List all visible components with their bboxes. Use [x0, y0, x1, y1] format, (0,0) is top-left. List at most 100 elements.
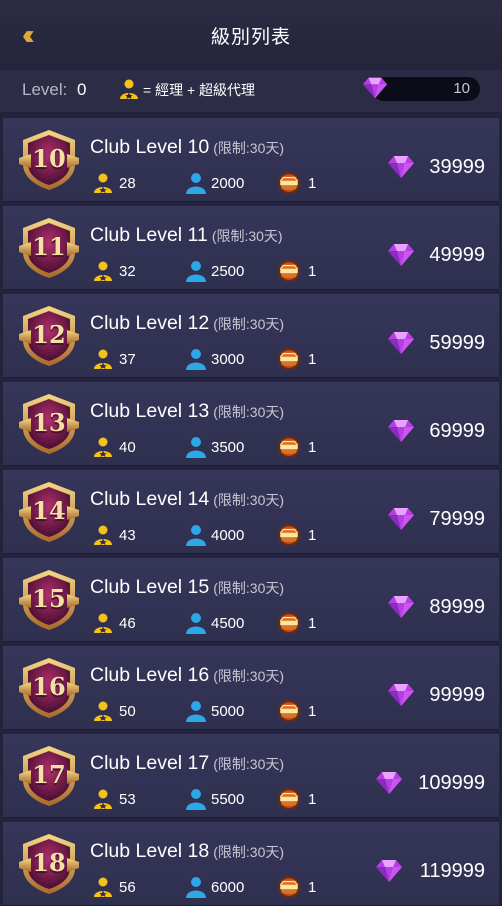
- level-badge-icon: 12: [17, 304, 81, 368]
- level-name: Club Level 11: [90, 224, 208, 246]
- manager-agent-icon: [94, 349, 112, 369]
- member-icon: [186, 437, 206, 458]
- level-badge-number: 18: [32, 848, 66, 877]
- level-limit: (限制:30天): [213, 668, 285, 684]
- level-price[interactable]: 99999: [429, 684, 485, 707]
- club-count: 1: [308, 615, 317, 632]
- level-price[interactable]: 79999: [429, 508, 485, 531]
- club-count: 1: [308, 703, 317, 720]
- level-row[interactable]: 18 Club Level 18 (限制:30天) 56 6000 1 119999: [3, 822, 499, 906]
- info-bar: Level: 0 = 經理 + 超級代理 10: [0, 70, 502, 112]
- level-name: Club Level 16: [90, 664, 210, 686]
- level-row[interactable]: 13 Club Level 13 (限制:30天) 40 3500 1 69999: [3, 382, 499, 466]
- member-count: 5500: [211, 791, 245, 808]
- level-row[interactable]: 10 Club Level 10 (限制:30天) 28 2000 1 39999: [3, 118, 499, 202]
- level-badge-icon: 13: [17, 392, 81, 456]
- gem-icon: [376, 860, 402, 882]
- gem-icon: [362, 77, 388, 99]
- member-icon: [186, 173, 206, 194]
- level-badge-number: 13: [32, 408, 66, 437]
- manager-agent-icon: [94, 613, 112, 633]
- level-badge-number: 12: [32, 320, 66, 349]
- club-emblem-icon: [278, 348, 300, 370]
- level-badge-icon: 16: [17, 656, 81, 720]
- level-badge-icon: 11: [17, 216, 81, 280]
- member-count: 3000: [211, 351, 245, 368]
- gem-icon: [376, 772, 402, 794]
- level-price[interactable]: 39999: [429, 156, 485, 179]
- level-badge-icon: 10: [17, 128, 81, 192]
- level-price[interactable]: 119999: [420, 860, 485, 883]
- club-count: 1: [308, 791, 317, 808]
- header-bar: ‹‹ 級別列表: [0, 0, 502, 70]
- level-title: Club Level 13 (限制:30天): [90, 400, 284, 423]
- gem-icon: [388, 420, 414, 442]
- level-price[interactable]: 89999: [429, 596, 485, 619]
- level-name: Club Level 17: [90, 752, 210, 774]
- level-name: Club Level 10: [90, 136, 210, 158]
- level-row[interactable]: 17 Club Level 17 (限制:30天) 53 5500 1 109999: [3, 734, 499, 818]
- level-limit: (限制:30天): [213, 404, 285, 420]
- club-count: 1: [308, 439, 317, 456]
- member-icon: [186, 525, 206, 546]
- member-count: 2500: [211, 263, 245, 280]
- level-row[interactable]: 15 Club Level 15 (限制:30天) 46 4500 1 89999: [3, 558, 499, 642]
- club-emblem-icon: [278, 876, 300, 898]
- level-limit: (限制:30天): [213, 492, 285, 508]
- level-title: Club Level 12 (限制:30天): [90, 312, 284, 335]
- member-count: 5000: [211, 703, 245, 720]
- page-title: 級別列表: [210, 27, 291, 48]
- manager-count: 50: [119, 703, 136, 720]
- level-badge-number: 10: [32, 144, 66, 173]
- manager-agent-icon: [94, 261, 112, 281]
- level-limit: (限制:30天): [211, 228, 283, 244]
- level-row[interactable]: 11 Club Level 11 (限制:30天) 32 2500 1 49999: [3, 206, 499, 290]
- level-badge-number: 15: [32, 584, 66, 613]
- gem-balance[interactable]: 10: [372, 77, 480, 101]
- level-row[interactable]: 12 Club Level 12 (限制:30天) 37 3000 1 59999: [3, 294, 499, 378]
- member-icon: [186, 613, 206, 634]
- level-limit: (限制:30天): [213, 140, 285, 156]
- manager-agent-icon: [94, 173, 112, 193]
- level-badge-number: 17: [32, 760, 66, 789]
- level-name: Club Level 14: [90, 488, 210, 510]
- club-emblem-icon: [278, 612, 300, 634]
- member-count: 4500: [211, 615, 245, 632]
- gem-icon: [388, 684, 414, 706]
- level-badge-icon: 17: [17, 744, 81, 808]
- manager-agent-icon: [94, 437, 112, 457]
- level-row[interactable]: 16 Club Level 16 (限制:30天) 50 5000 1 99999: [3, 646, 499, 730]
- manager-count: 32: [119, 263, 136, 280]
- level-limit: (限制:30天): [213, 316, 285, 332]
- club-emblem-icon: [278, 700, 300, 722]
- manager-agent-icon: [94, 877, 112, 897]
- manager-count: 56: [119, 879, 136, 896]
- manager-count: 37: [119, 351, 136, 368]
- club-count: 1: [308, 263, 317, 280]
- gem-icon: [388, 156, 414, 178]
- level-badge-icon: 15: [17, 568, 81, 632]
- level-price[interactable]: 69999: [429, 420, 485, 443]
- level-price[interactable]: 49999: [429, 244, 485, 267]
- member-icon: [186, 789, 206, 810]
- level-limit: (限制:30天): [213, 844, 285, 860]
- gem-icon: [388, 332, 414, 354]
- level-row[interactable]: 14 Club Level 14 (限制:30天) 43 4000 1 79999: [3, 470, 499, 554]
- manager-count: 53: [119, 791, 136, 808]
- level-list: 10 Club Level 10 (限制:30天) 28 2000 1 39999 11 Clu…: [0, 112, 502, 906]
- gem-icon: [388, 508, 414, 530]
- member-icon: [186, 701, 206, 722]
- club-count: 1: [308, 351, 317, 368]
- level-badge-icon: 14: [17, 480, 81, 544]
- member-count: 3500: [211, 439, 245, 456]
- level-name: Club Level 13: [90, 400, 210, 422]
- level-price[interactable]: 109999: [418, 772, 485, 795]
- level-name: Club Level 18: [90, 840, 210, 862]
- manager-count: 40: [119, 439, 136, 456]
- level-price[interactable]: 59999: [429, 332, 485, 355]
- level-title: Club Level 16 (限制:30天): [90, 664, 284, 687]
- level-badge-number: 16: [32, 672, 66, 701]
- gem-icon: [388, 244, 414, 266]
- level-title: Club Level 15 (限制:30天): [90, 576, 284, 599]
- member-icon: [186, 349, 206, 370]
